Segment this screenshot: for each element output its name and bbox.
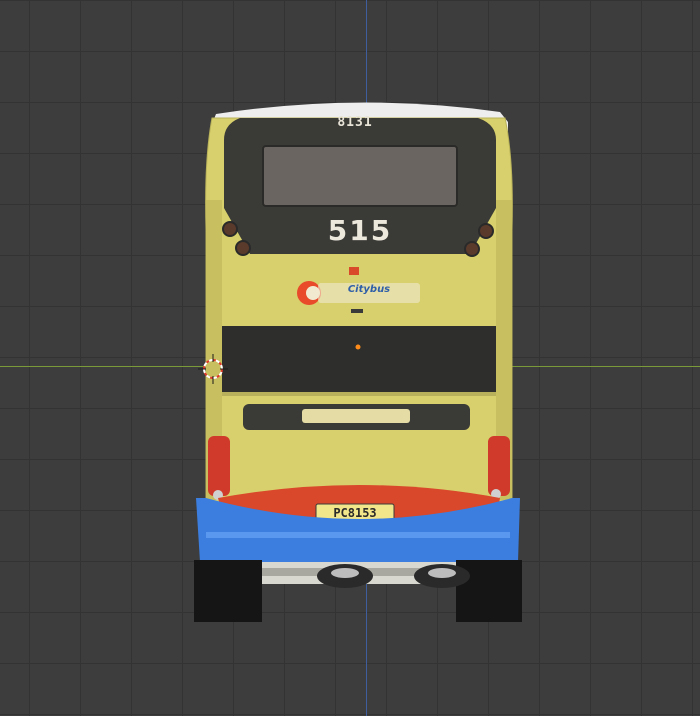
3d-viewport[interactable]: 8131 515 Citybus PC8153 [0,0,700,716]
left-tail-light [208,436,230,496]
upper-left-lamp [222,221,238,237]
upper-right-lamp-2 [464,241,480,257]
rear-advert-label [302,409,410,423]
axle-right-hub [428,568,456,578]
bus-model[interactable] [0,0,700,716]
rear-right-tire [456,560,522,622]
fleet-number: 8131 [337,115,373,130]
axle-left-hub [331,568,359,578]
fleet-plate [349,267,359,275]
lower-deck-window-band [222,326,496,392]
plate-number: PC8153 [333,506,377,520]
blue-bumper-highlight [206,532,510,538]
rear-destination-window [262,145,458,207]
upper-left-lamp-2 [235,240,251,256]
upper-right-lamp [478,223,494,239]
route-number: 515 [327,214,393,247]
right-tail-light [488,436,510,496]
rear-left-tire [194,560,262,622]
object-origin-icon[interactable] [355,344,361,350]
lower-deck-window-trim [222,392,496,396]
brand-label: Citybus [347,284,391,295]
engine-badge [351,309,363,313]
